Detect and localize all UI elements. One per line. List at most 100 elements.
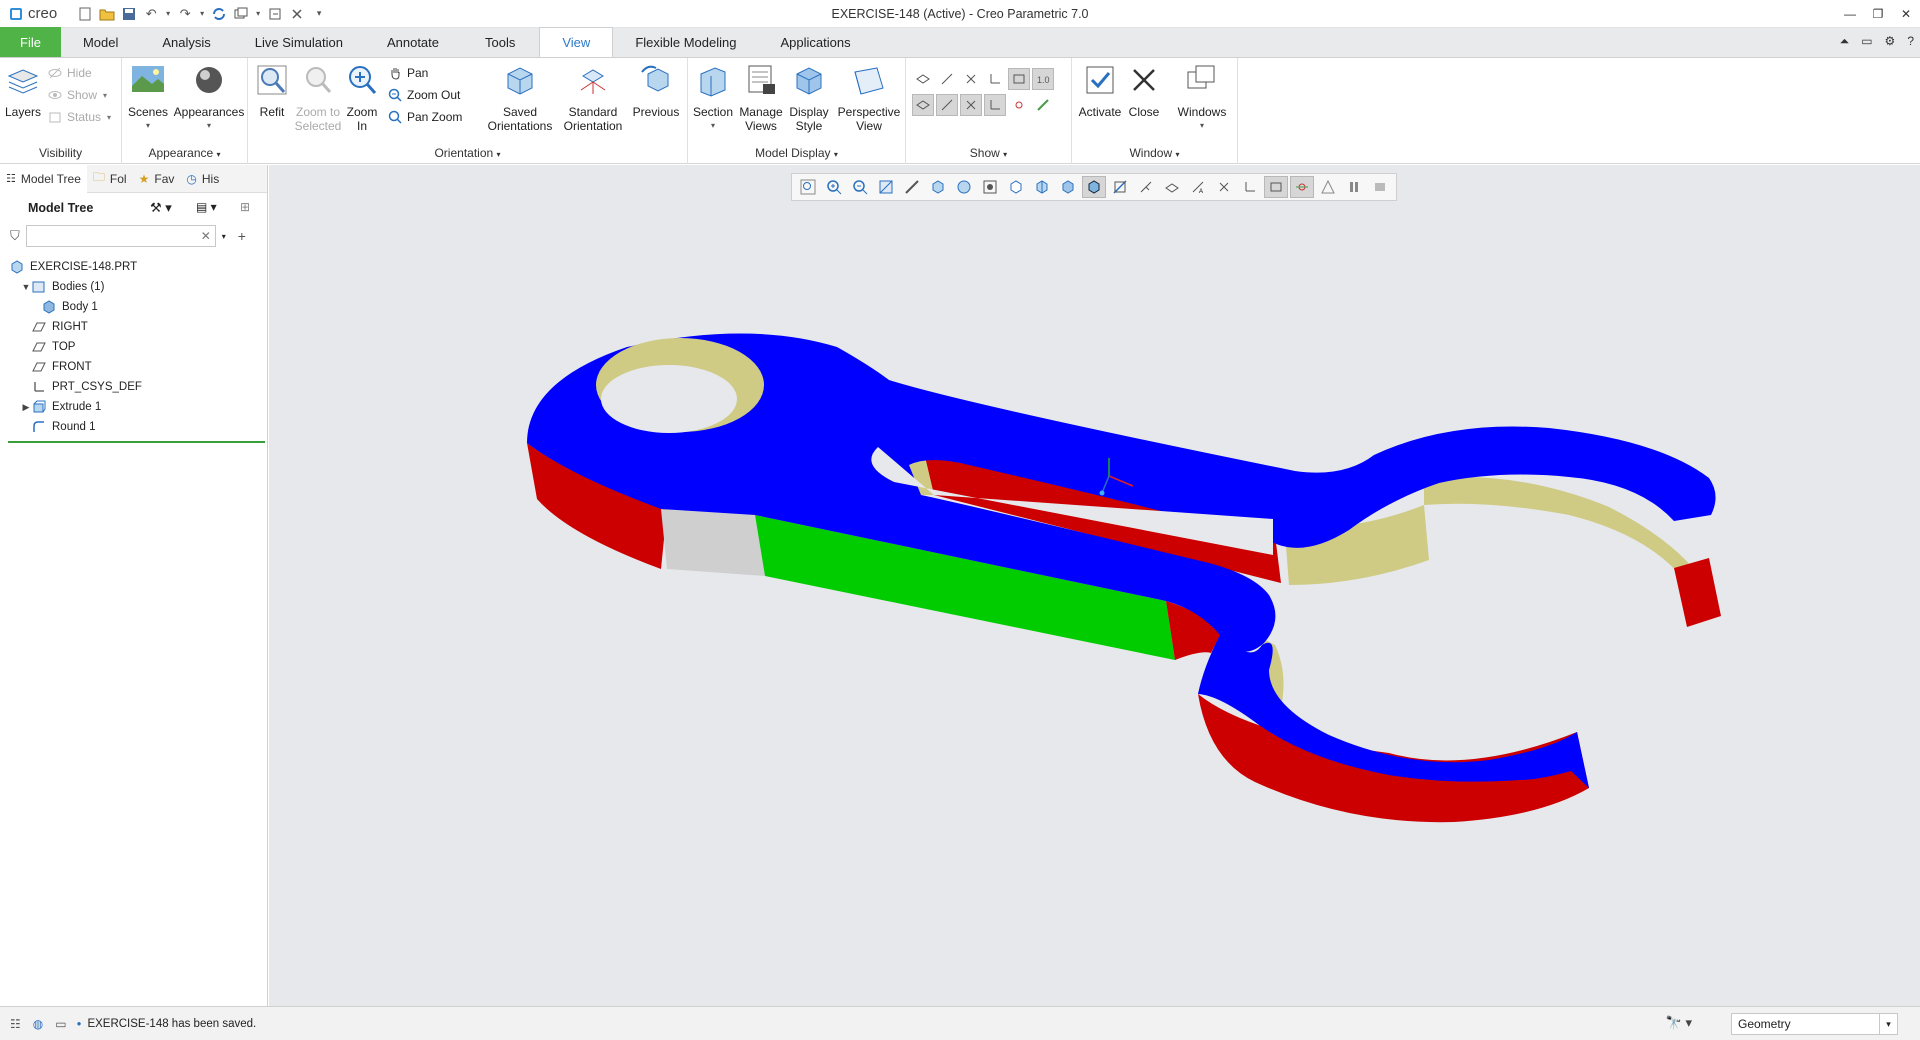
tree-columns-icon[interactable]: ⊞ [240,200,250,214]
status-message: ● EXERCISE-148 has been saved. [76,1017,257,1030]
full-screen-icon[interactable]: ▭ [55,1017,66,1031]
spin-center-icon[interactable] [1008,94,1030,116]
csys-tag-display-icon[interactable] [984,94,1006,116]
tree-node[interactable]: TOP [0,337,267,357]
tab-view[interactable]: View [539,27,614,57]
dimension-display-icon[interactable]: 1.0 [1032,68,1054,90]
plane-display-icon[interactable] [912,68,934,90]
tab-annotate[interactable]: Annotate [365,27,461,57]
close-window-button[interactable]: Close [1122,62,1166,119]
tab-applications[interactable]: Applications [758,27,872,57]
selection-filter-select[interactable]: Geometry ▾ [1731,1013,1898,1035]
undo-icon[interactable]: ↶ [141,4,161,24]
search-dropdown-icon[interactable]: ▾ [222,232,226,241]
tree-settings-icon[interactable]: ⚒ ▾ [150,200,172,216]
scenes-button[interactable]: Scenes ▾ [124,62,172,133]
windows-dropdown-icon[interactable]: ▾ [253,4,263,24]
rotate-icon[interactable] [265,4,285,24]
tree-node[interactable]: EXERCISE-148.PRT [0,257,267,277]
new-file-icon[interactable] [75,4,95,24]
zoom-to-selected-button[interactable]: Zoom to Selected [292,62,344,133]
hide-button[interactable]: Hide [48,63,92,83]
status-button[interactable]: Status ▾ [48,107,111,127]
zoom-in-button[interactable]: Zoom In [342,62,382,133]
tab-favorites[interactable]: ★ Fav [133,165,181,193]
activate-button[interactable]: Activate [1074,62,1126,119]
csys-display-icon[interactable] [984,68,1006,90]
pan-zoom-button[interactable]: Pan Zoom [388,107,462,127]
tree-node[interactable]: FRONT [0,357,267,377]
saved-orientations-button[interactable]: Saved Orientations [480,62,560,133]
tree-search-input[interactable]: ✕ [25,225,216,247]
redo-dropdown-icon[interactable]: ▾ [197,4,207,24]
tree-node[interactable]: ▼ Bodies (1) [0,277,267,297]
axis-display-icon[interactable] [936,68,958,90]
customize-qat-icon[interactable]: ▾ [309,4,329,24]
layers-button[interactable]: Layers [0,62,54,119]
close-window-icon[interactable] [287,4,307,24]
pan-button[interactable]: Pan [388,63,428,83]
restore-icon[interactable]: ❐ [1864,0,1892,28]
expand-toggle-icon[interactable]: ▼ [20,281,32,293]
tree-node[interactable]: PRT_CSYS_DEF [0,377,267,397]
insert-here-indicator[interactable] [8,441,265,443]
sketch-display-icon[interactable] [1032,94,1054,116]
plane-tag-display-icon[interactable] [912,94,934,116]
tab-model-tree[interactable]: ☷ Model Tree [0,164,87,193]
model-display-group-label[interactable]: Model Display ▾ [688,146,905,160]
tab-flexible-modeling[interactable]: Flexible Modeling [613,27,758,57]
show-button[interactable]: Show ▾ [48,85,107,105]
tree-node[interactable]: Body 1 [0,297,267,317]
graphics-window[interactable]: A [269,165,1920,1006]
help-icon[interactable]: ? [1907,34,1914,49]
perspective-view-button[interactable]: Perspective View [834,62,904,133]
tab-live-simulation[interactable]: Live Simulation [233,27,365,57]
tab-folder-browser[interactable]: 🗀 Fol [87,165,133,193]
tree-filters-icon[interactable]: ▤ ▾ [196,200,217,214]
tab-file[interactable]: File [0,27,61,57]
redo-icon[interactable]: ↷ [175,4,195,24]
settings-icon[interactable]: ⚙ [1885,34,1896,49]
tab-history[interactable]: ◷ His [180,165,225,193]
collapse-ribbon-icon[interactable]: ⏶ [1840,34,1850,49]
open-folder-icon[interactable] [97,4,117,24]
save-icon[interactable] [119,4,139,24]
tab-model[interactable]: Model [61,27,140,57]
tree-node[interactable]: RIGHT [0,317,267,337]
browser-toggle-icon[interactable]: ◍ [33,1017,43,1031]
expand-toggle-icon[interactable]: ▶ [20,401,32,413]
annotation-display-icon[interactable] [1008,68,1030,90]
help-center-icon[interactable]: ▭ [1861,34,1872,49]
manage-views-button[interactable]: Manage Views [736,62,786,133]
orientation-group-label[interactable]: Orientation ▾ [248,146,687,160]
display-style-button[interactable]: Display Style [784,62,834,133]
clear-search-icon[interactable]: ✕ [201,229,211,243]
point-display-icon[interactable] [960,68,982,90]
windows-icon[interactable] [231,4,251,24]
regenerate-icon[interactable] [209,4,229,24]
close-icon[interactable]: ✕ [1892,0,1920,28]
add-search-icon[interactable]: + [238,228,246,244]
window-group-label[interactable]: Window ▾ [1072,146,1237,160]
appearance-group-label[interactable]: Appearance ▾ [122,146,247,160]
find-icon[interactable]: 🔭 ▾ [1666,1015,1692,1031]
minimize-icon[interactable]: — [1836,0,1864,28]
zoom-out-button[interactable]: Zoom Out [388,85,460,105]
previous-button[interactable]: Previous [628,62,684,119]
tree-node[interactable]: Round 1 [0,417,267,437]
tab-tools[interactable]: Tools [461,27,539,57]
section-button[interactable]: Section ▾ [688,62,738,133]
tree-node[interactable]: ▶ Extrude 1 [0,397,267,417]
part-model[interactable] [269,165,1920,1006]
show-group-label[interactable]: Show ▾ [906,146,1071,160]
model-tree-toggle-icon[interactable]: ☷ [10,1017,21,1031]
appearances-button[interactable]: Appearances ▾ [172,62,246,133]
tab-analysis[interactable]: Analysis [140,27,232,57]
filter-funnel-icon[interactable]: ⛉ [10,228,20,244]
standard-orientation-button[interactable]: Standard Orientation [558,62,628,133]
windows-button[interactable]: Windows ▾ [1172,62,1232,133]
undo-dropdown-icon[interactable]: ▾ [163,4,173,24]
point-tag-display-icon[interactable] [960,94,982,116]
axis-tag-display-icon[interactable] [936,94,958,116]
refit-button[interactable]: Refit [250,62,294,119]
